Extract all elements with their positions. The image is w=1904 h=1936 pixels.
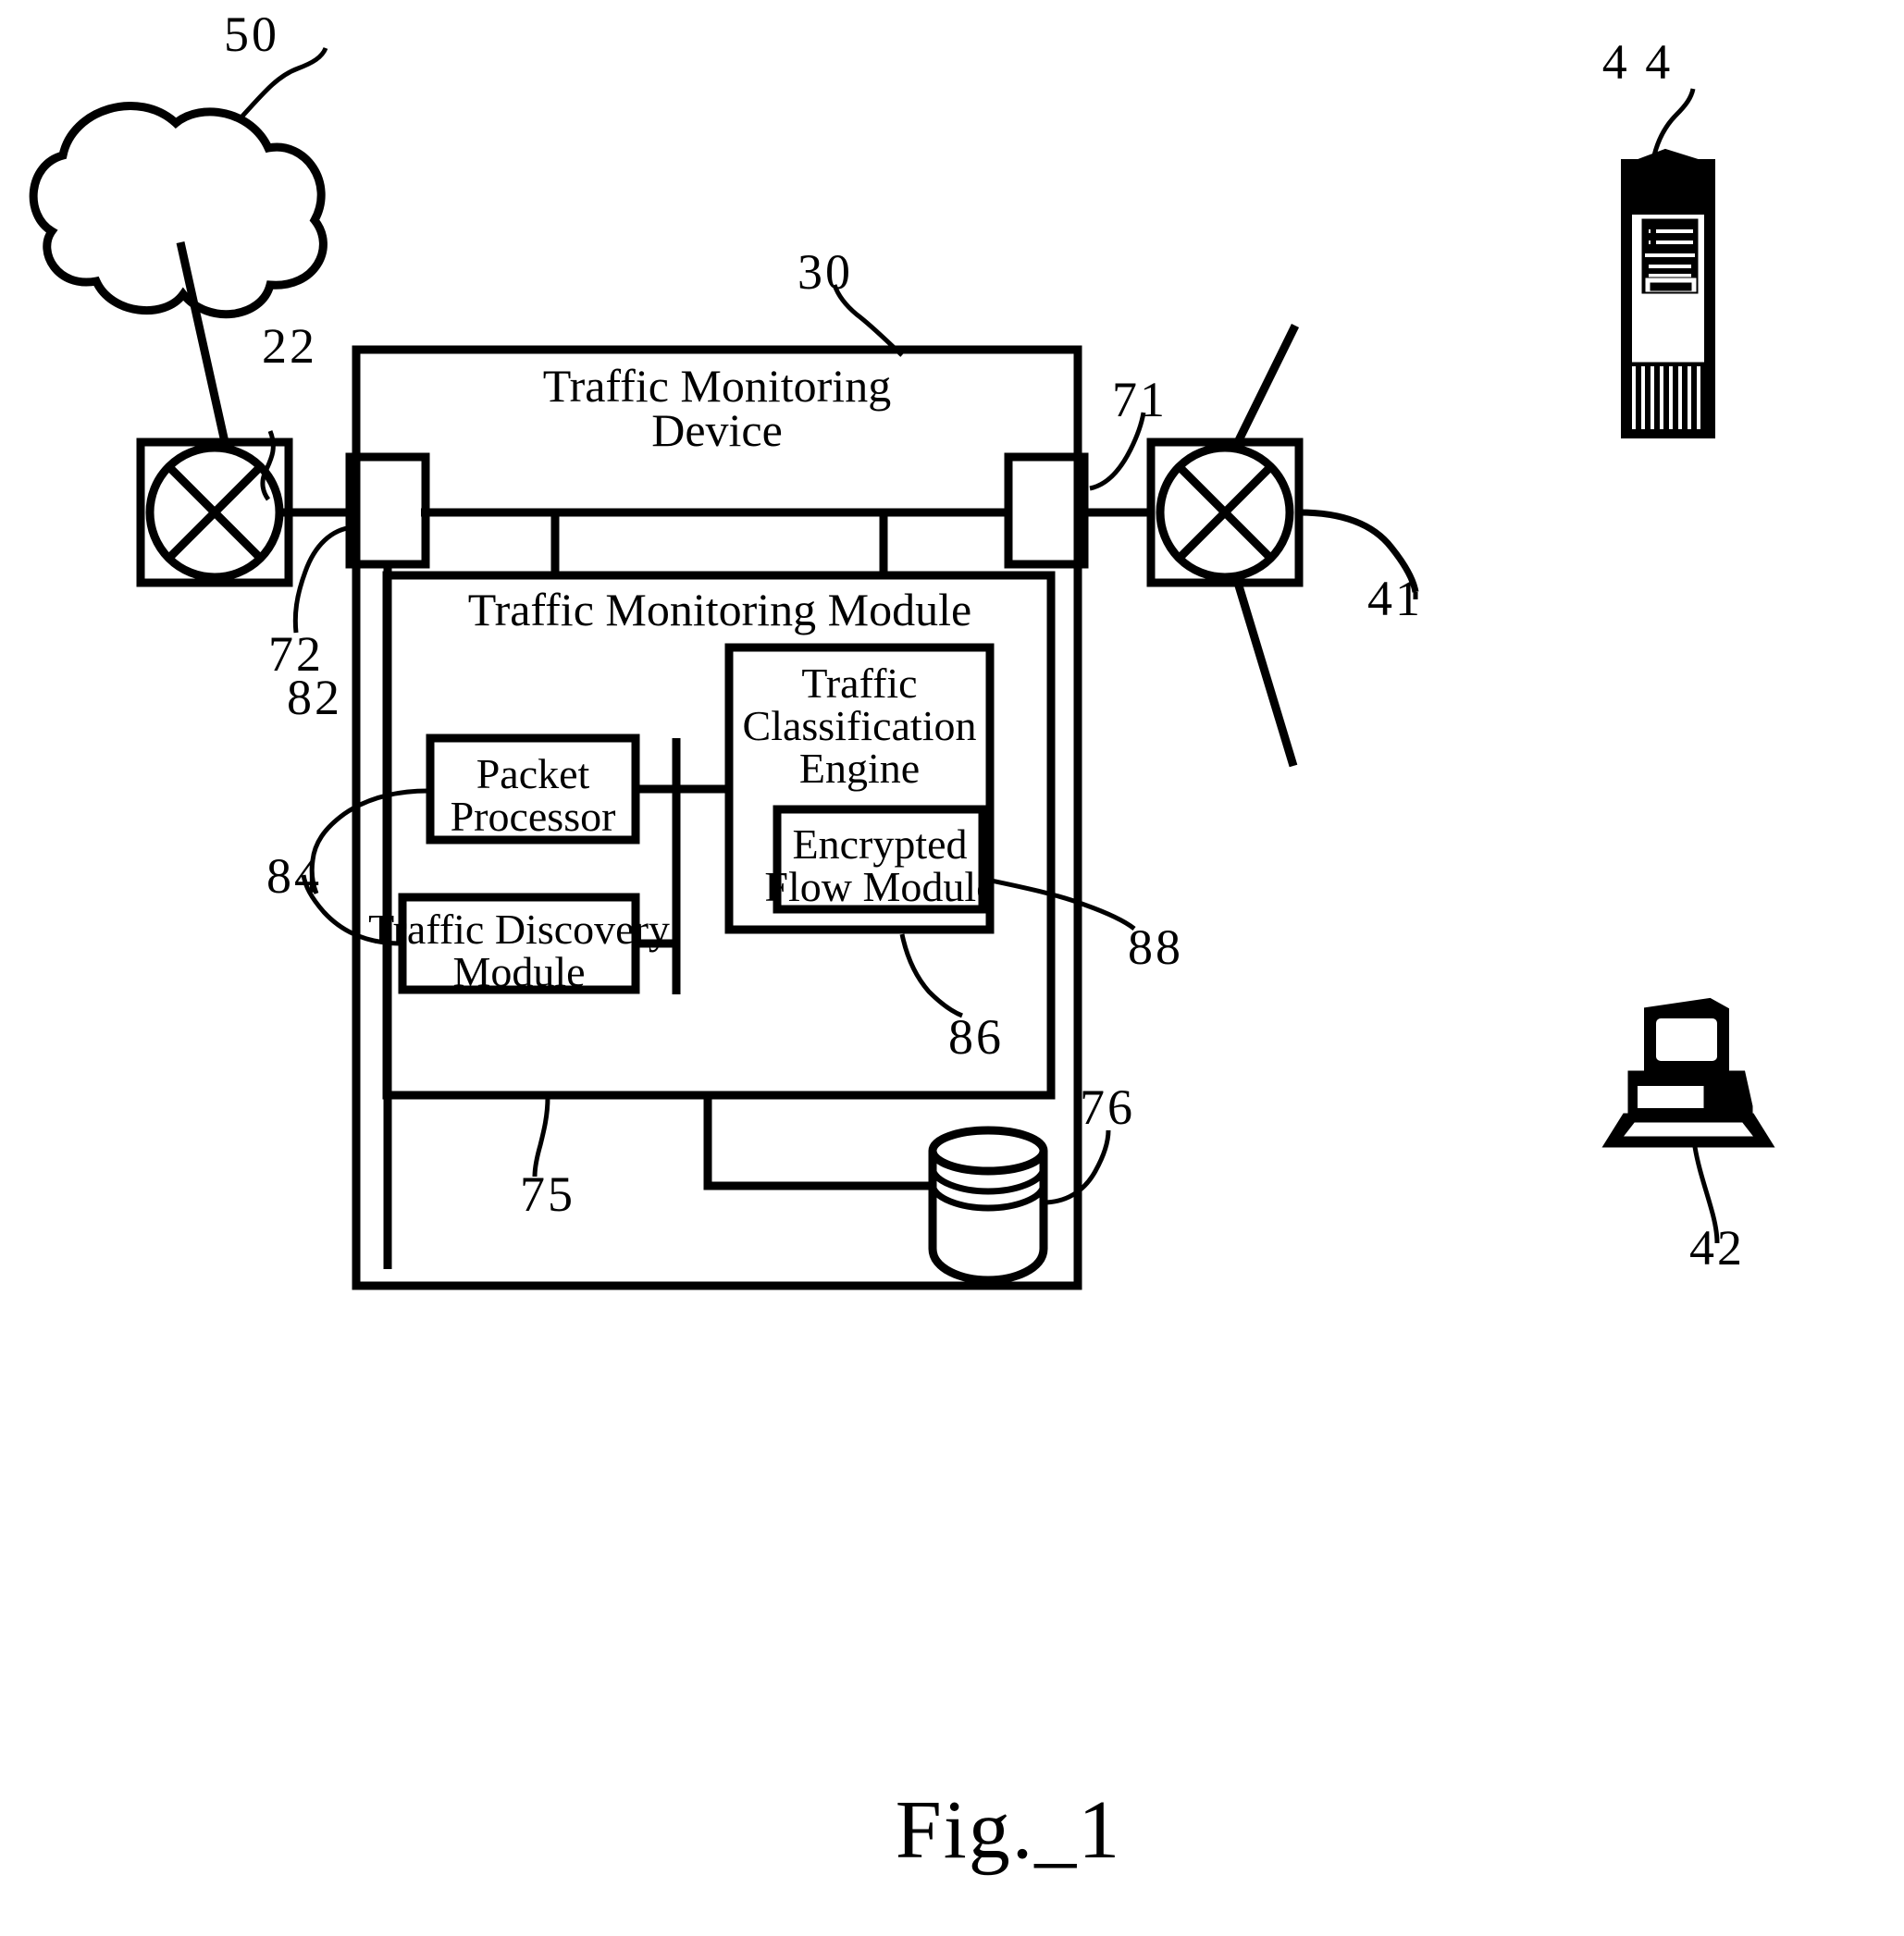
switch-to-server-link — [1233, 324, 1300, 444]
ref-numeral-server: 4 4 — [1601, 34, 1674, 90]
left-switch-x — [166, 463, 264, 561]
cloud-to-switch-link — [176, 241, 229, 443]
traffic-discovery-module-label-line1: Traffic Discovery — [368, 906, 670, 953]
traffic-classification-engine-label-line2: Classification — [742, 702, 977, 749]
traffic-monitoring-device-title-line2: Device — [651, 404, 783, 456]
left-port-box — [345, 452, 430, 569]
patent-figure-1: Traffic Monitoring Device Traffic Monito… — [0, 0, 1904, 1936]
figure-caption: Fig._1 — [895, 1784, 1122, 1876]
encrypted-flow-module-label-line2: Flow Module — [764, 863, 995, 910]
ref-numeral-packet-processor: 82 — [287, 670, 342, 725]
desktop-computer-icon — [1601, 997, 1775, 1148]
packet-processor-leader-line — [309, 788, 429, 894]
left-port-leader-line — [292, 524, 354, 634]
ref-numeral-database: 76 — [1080, 1079, 1135, 1135]
encrypted-flow-module-label-line1: Encrypted — [792, 820, 968, 868]
server-tower-icon — [1621, 148, 1715, 438]
right-switch-x — [1176, 463, 1274, 561]
traffic-discovery-module-label-line2: Module — [452, 948, 586, 995]
packet-processor-label-line2: Processor — [450, 793, 616, 840]
switch-to-workstation-link — [1233, 581, 1298, 768]
ref-numeral-traffic-classification-engine: 86 — [948, 1009, 1004, 1065]
ref-numeral-workstation: 42 — [1689, 1220, 1745, 1276]
ref-numeral-right-link: 41 — [1367, 571, 1423, 626]
traffic-monitoring-device-title-line1: Traffic Monitoring — [542, 360, 892, 412]
traffic-monitoring-module-title: Traffic Monitoring Module — [467, 584, 972, 635]
ref-numeral-left-switch: 22 — [262, 318, 317, 374]
traffic-classification-engine-label-line3: Engine — [798, 745, 921, 792]
database-cylinder-icon — [928, 1126, 1048, 1285]
engine-to-database-wire — [703, 1095, 934, 1190]
server-leader-line — [1651, 88, 1696, 156]
ref-numeral-cloud-network: 50 — [224, 6, 279, 62]
ref-numeral-encrypted-flow-module: 88 — [1128, 919, 1183, 975]
ref-numeral-traffic-discovery-module: 84 — [266, 848, 322, 904]
ref-numeral-module-bus: 75 — [520, 1166, 575, 1222]
module-bus-leader-line — [532, 1096, 550, 1178]
right-port-box — [1004, 452, 1089, 569]
ref-numeral-device-outer: 30 — [797, 244, 853, 300]
packet-processor-label-line1: Packet — [476, 750, 590, 797]
diagram-canvas — [29, 46, 1775, 1290]
encrypted-flow-leader-line — [982, 876, 1136, 931]
traffic-classification-engine-label-line1: Traffic — [801, 660, 918, 707]
network-cloud-icon — [29, 102, 328, 319]
ref-numeral-right-port: 71 — [1112, 372, 1168, 427]
traffic-classification-leader-line — [899, 933, 963, 1018]
